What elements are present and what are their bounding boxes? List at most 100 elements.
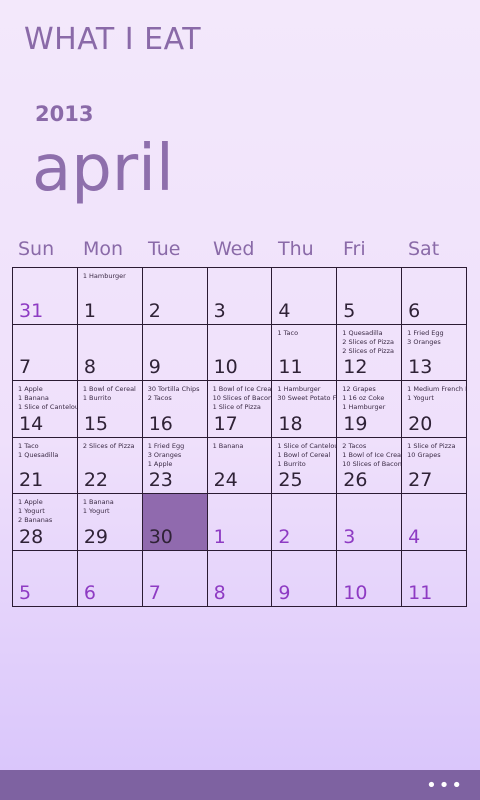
calendar-day-cell[interactable]: 2: [142, 268, 208, 325]
day-number: 5: [19, 582, 32, 604]
day-number: 24: [213, 469, 238, 491]
calendar-day-cell[interactable]: 7: [142, 550, 208, 607]
calendar-day-cell[interactable]: 1 Fried Egg 3 Oranges 13: [402, 324, 467, 381]
food-entries: 2 Tacos 1 Bowl of Ice Crear 10 Slices of B…: [342, 442, 401, 472]
calendar-day-cell[interactable]: 1 Taco 11: [272, 324, 338, 381]
day-number: 3: [213, 299, 226, 322]
day-number: 20: [408, 412, 433, 435]
food-entries: 1 Bowl of Cereal 1 Burrito: [83, 385, 142, 415]
calendar-day-cell[interactable]: 6: [77, 550, 143, 607]
calendar-day-cell[interactable]: 6: [402, 268, 467, 325]
food-entry: 1 Fried Egg: [147, 441, 185, 450]
food-entries: 1 Apple 1 Yogurt 2 Bananas: [18, 498, 77, 528]
food-entry: 1 Yogurt: [18, 507, 45, 515]
day-number: 11: [278, 356, 303, 378]
day-number: 13: [408, 356, 433, 378]
calendar-day-cell[interactable]: 8: [207, 550, 273, 607]
day-number: 3: [343, 525, 356, 548]
calendar-day-cell-today[interactable]: 30: [142, 494, 208, 551]
calendar-day-cell[interactable]: 31: [13, 268, 78, 325]
weekday-tue: Tue: [148, 238, 181, 260]
day-number: 22: [83, 469, 109, 491]
calendar-day-cell[interactable]: 7: [13, 324, 78, 381]
calendar-day-cell[interactable]: 9: [142, 324, 208, 381]
calendar-day-cell[interactable]: 1 Bowl of Ice Crea 10 Slices of Bacon 1 Sl…: [207, 381, 273, 438]
day-number: 17: [213, 412, 238, 435]
food-entries: 1 Fried Egg 3 Oranges: [407, 329, 466, 359]
food-entry: 1 Banana: [212, 441, 244, 450]
day-number: 4: [278, 299, 291, 322]
calendar-grid: 31 1 Hamburger 1 2 3 4 5 6 7 8 9 10 1 Taco 11 1 Quesad…: [12, 267, 467, 607]
day-number: 30: [148, 525, 173, 548]
day-number: 7: [148, 582, 161, 604]
calendar-day-cell[interactable]: 1 Slice of Pizza 10 Grapes 27: [402, 437, 467, 494]
calendar-day-cell[interactable]: 1 Apple 1 Yogurt 2 Bananas 28: [13, 494, 78, 551]
day-number: 8: [83, 356, 96, 378]
food-entry: 1 Burrito: [82, 394, 112, 402]
calendar-day-cell[interactable]: 2 Slices of Pizza 22: [77, 437, 143, 494]
food-entry: 1 Hamburger: [277, 385, 321, 393]
calendar-day-cell[interactable]: 1: [207, 494, 273, 551]
food-entry: 1 Banana: [18, 394, 49, 402]
ellipsis-icon[interactable]: •••: [426, 775, 464, 796]
calendar-day-cell[interactable]: 9: [272, 550, 338, 607]
calendar-day-cell[interactable]: 2 Tacos 1 Bowl of Ice Crear 10 Slices of B…: [337, 437, 403, 494]
calendar-day-cell[interactable]: 10: [207, 324, 273, 381]
food-entry: 1 Banana: [82, 498, 114, 506]
calendar-day-cell[interactable]: 1 Quesadilla 2 Slices of Pizza 2 Slices of…: [337, 324, 403, 381]
day-number: 12: [343, 356, 368, 378]
calendar-day-cell[interactable]: 4: [272, 268, 338, 325]
calendar-day-cell[interactable]: 3: [337, 494, 403, 551]
day-number: 1: [213, 525, 226, 548]
food-entries: 1 Fried Egg 3 Oranges 1 Apple: [148, 442, 207, 472]
calendar-day-cell[interactable]: 1 Hamburger 30 Sweet Potato F 18: [272, 381, 338, 438]
food-entry: 1 Medium French I: [407, 385, 466, 393]
day-number: 9: [148, 356, 161, 378]
calendar-day-cell[interactable]: 30 Tortilla Chips 2 Tacos 16: [142, 381, 208, 438]
calendar-day-cell[interactable]: 5: [13, 550, 78, 607]
calendar-day-cell[interactable]: 12 Grapes 1 16 oz Coke 1 Hamburger 19: [337, 381, 403, 438]
calendar-day-cell[interactable]: 1 Banana 24: [207, 437, 273, 494]
food-entries: 1 Banana 1 Yogurt: [83, 498, 142, 528]
food-entry: 30 Tortilla Chips: [147, 385, 200, 393]
calendar-day-cell[interactable]: 1 Hamburger 1: [77, 268, 143, 325]
food-entries: 1 Banana: [213, 442, 272, 472]
calendar-day-cell[interactable]: 5: [337, 268, 403, 325]
food-entries: 1 Slice of Cantelou 1 Bowl of Cereal 1 Bur…: [277, 442, 336, 472]
day-number: 5: [343, 299, 356, 322]
calendar-day-cell[interactable]: 1 Taco 1 Quesadilla 21: [13, 437, 78, 494]
food-entry: 3 Oranges: [407, 337, 441, 346]
calendar-day-cell[interactable]: 3: [207, 268, 273, 325]
calendar-day-cell[interactable]: 11: [402, 550, 467, 607]
calendar-day-cell[interactable]: 8: [77, 324, 143, 381]
calendar-day-cell[interactable]: 10: [337, 550, 403, 607]
food-entry: 12 Grapes: [342, 385, 376, 393]
food-entry: 1 Slice of Pizza: [212, 403, 261, 411]
calendar-day-cell[interactable]: 4: [402, 494, 467, 551]
day-number: 6: [408, 299, 421, 322]
weekday-header: Sun Mon Tue Wed Thu Fri Sat: [12, 238, 467, 260]
calendar-day-cell[interactable]: 1 Apple 1 Banana 1 Slice of Cantelou 14: [13, 381, 78, 438]
day-number: 14: [19, 412, 44, 435]
day-number: 2: [278, 525, 291, 548]
calendar-day-cell[interactable]: 1 Bowl of Cereal 1 Burrito 15: [77, 381, 143, 438]
food-entry: 10 Slices of Bacon: [212, 394, 272, 402]
calendar-day-cell[interactable]: 1 Fried Egg 3 Oranges 1 Apple 23: [142, 437, 208, 494]
calendar-day-cell[interactable]: 2: [272, 494, 338, 551]
day-number: 23: [148, 469, 173, 491]
food-entry: 2 Bananas: [18, 516, 53, 524]
food-entry: 2 Slices of Pizza: [342, 337, 394, 346]
weekday-thu: Thu: [278, 238, 314, 260]
food-entry: 1 Bowl of Ice Crea: [212, 385, 272, 393]
food-entry: 3 Oranges: [147, 450, 182, 459]
calendar-day-cell[interactable]: 1 Slice of Cantelou 1 Bowl of Cereal 1 Bur…: [272, 437, 338, 494]
calendar-day-cell[interactable]: 1 Banana 1 Yogurt 29: [77, 494, 143, 551]
food-entry: 1 Taco: [18, 441, 39, 450]
food-entry: 2 Tacos: [342, 441, 367, 450]
weekday-sun: Sun: [18, 238, 55, 260]
calendar-day-cell[interactable]: 1 Medium French I1 Yogurt 20: [402, 381, 467, 438]
day-number: 1: [83, 299, 96, 322]
day-number: 29: [83, 525, 109, 548]
food-entry: 1 Bowl of Cereal: [82, 385, 136, 393]
food-entry: 1 Slice of Cantelou: [277, 441, 337, 450]
